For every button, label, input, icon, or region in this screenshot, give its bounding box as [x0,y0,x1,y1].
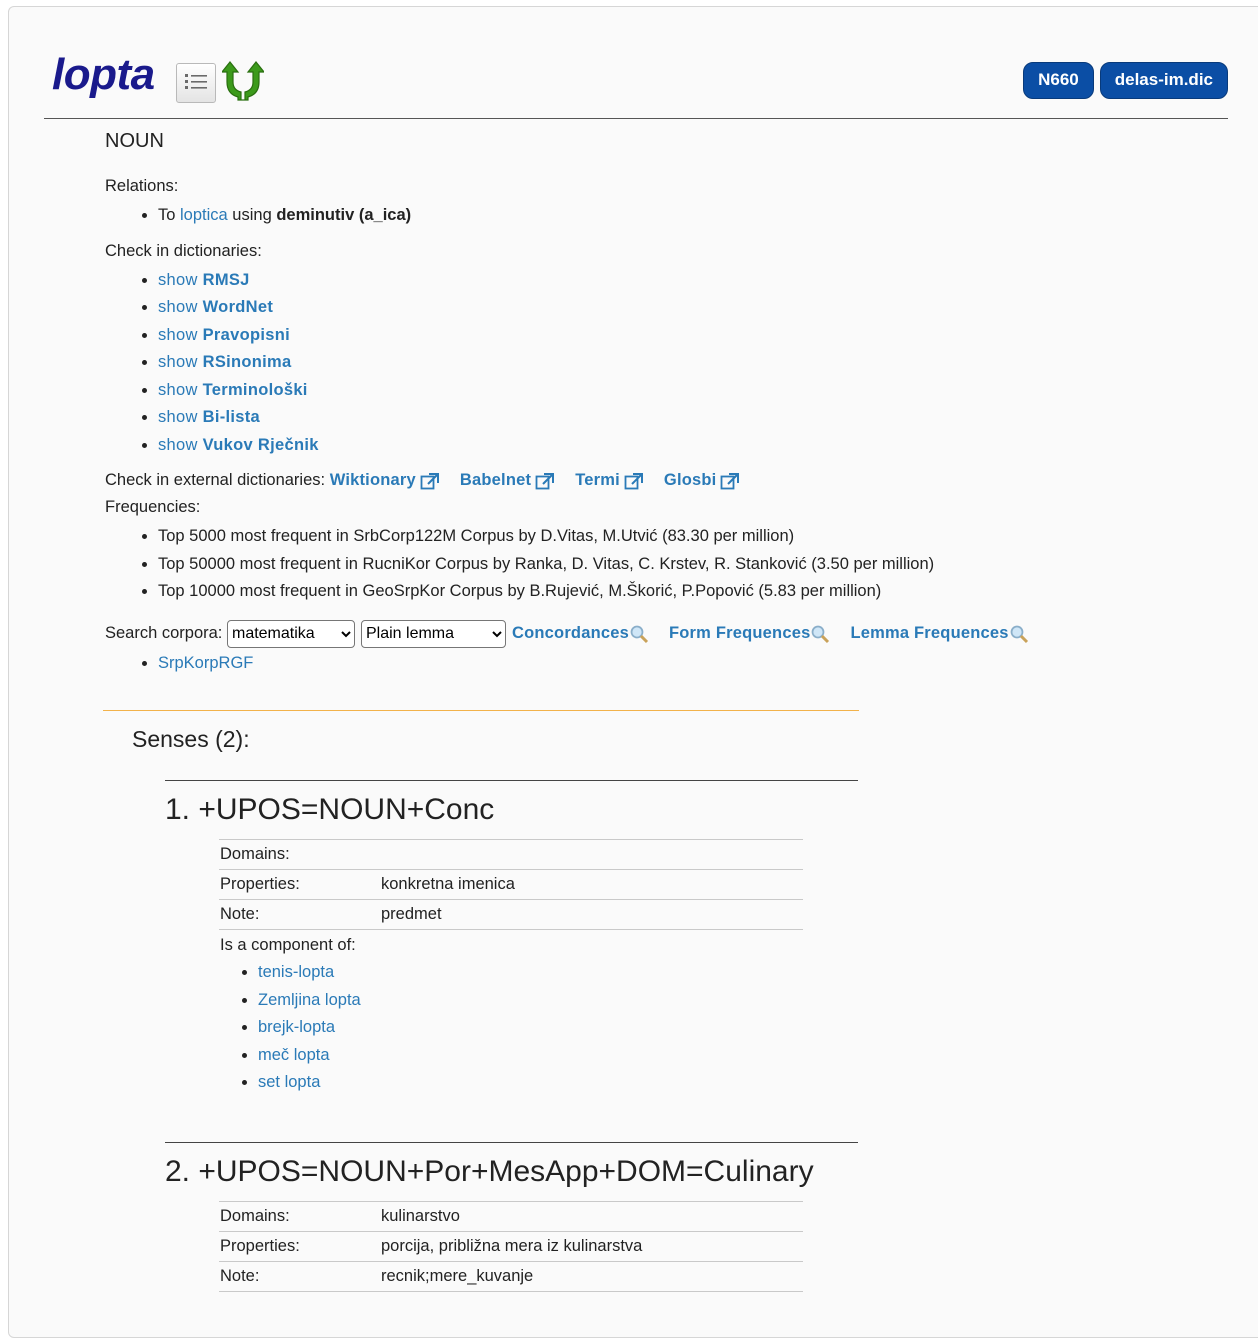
relation-type: deminutiv (a_ica) [276,206,412,224]
frequency-item: Top 5000 most frequent in SrbCorp122M Co… [158,523,1225,551]
external-label: Check in external dictionaries: [105,471,330,489]
concordances-link[interactable]: Concordances [512,624,649,644]
badge-delas[interactable]: delas-im.dic [1099,62,1228,99]
dict-item-rmsj: show RMSJ [158,267,1225,295]
sense-heading: 1. +UPOS=NOUN+Conc [165,793,495,826]
magnifier-icon [1010,625,1028,643]
table-row: Note: recnik;mere_kuvanje [219,1261,803,1292]
table-row: Properties: konkretna imenica [219,869,803,900]
green-arrows-icon[interactable] [220,58,266,107]
dictionaries-list: show RMSJ show WordNet show Pravopisni s… [105,267,1225,460]
dictionaries-label: Check in dictionaries: [105,241,262,260]
lemma-title: lopta [52,50,155,99]
form-frequences-link[interactable]: Form Frequences [669,624,830,644]
babelnet-link[interactable]: Babelnet [460,471,555,490]
external-link-icon [420,472,439,489]
relation-target-link[interactable]: loptica [180,206,228,224]
sense-properties-table: Domains: Properties: konkretna imenica No… [219,839,803,930]
sense-heading: 2. +UPOS=NOUN+Por+MesApp+DOM=Culinary [165,1155,814,1188]
corpus-item: SrpKorpRGF [158,650,1225,678]
magnifier-icon [812,625,830,643]
relations-list: To loptica using deminutiv (a_ica) [105,202,1225,230]
external-link-icon [624,472,643,489]
sense-1: 1. +UPOS=NOUN+Conc Domains: Properties: k… [165,780,858,1097]
glosbi-link[interactable]: Glosbi [664,471,741,490]
corpus-select[interactable]: matematika [226,619,355,648]
dict-item-wordnet: show WordNet [158,294,1225,322]
dict-item-vukov: show Vukov Rječnik [158,432,1225,460]
table-row: Properties: porcija, približna mera iz ku… [219,1231,803,1262]
table-row: Domains: [219,839,803,870]
frequency-item: Top 50000 most frequent in RucniKor Corp… [158,551,1225,579]
dict-item-bi-lista: show Bi-lista [158,404,1225,432]
list-icon[interactable] [176,62,216,103]
table-row: Domains: kulinarstvo [219,1201,803,1232]
component-label: Is a component of: [220,936,356,954]
pos-label: NOUN [105,130,164,152]
sense-properties-table: Domains: kulinarstvo Properties: porcija, … [219,1201,803,1292]
list-item: Zemljina lopta [258,987,858,1015]
magnifier-icon [630,625,649,643]
table-row: Note: predmet [219,899,803,930]
corpora-list: SrpKorpRGF [105,650,1225,678]
external-dictionaries-row: Check in external dictionaries: Wiktiona… [105,471,1225,490]
list-item: set lopta [258,1069,858,1097]
wiktionary-link[interactable]: Wiktionary [330,471,440,490]
dict-item-rsinonima: show RSinonima [158,349,1225,377]
list-item: tenis-lopta [258,959,858,987]
search-mode-select[interactable]: Plain lemma [360,619,506,648]
corpus-link[interactable]: SrpKorpRGF [158,654,253,672]
lemma-frequences-link[interactable]: Lemma Frequences [850,624,1028,644]
frequency-item: Top 10000 most frequent in GeoSrpKor Cor… [158,578,1225,606]
dict-item-pravopisni: show Pravopisni [158,322,1225,350]
list-item: meč lopta [258,1042,858,1070]
frequencies-label: Frequencies: [105,498,201,516]
entry-header: lopta N660 delas-im.dic [44,44,1228,119]
frequencies-list: Top 5000 most frequent in SrbCorp122M Co… [105,523,1225,606]
badge-n660[interactable]: N660 [1023,62,1094,99]
dict-item-terminoloski: show Terminološki [158,377,1225,405]
component-section: Is a component of: tenis-lopta Zemljina … [220,936,858,1097]
component-list: tenis-lopta Zemljina lopta brejk-lopta m… [220,959,858,1097]
external-link-icon [721,472,740,489]
relations-label: Relations: [105,177,179,195]
section-divider [103,710,859,711]
search-label: Search corpora: [105,624,227,642]
sense-2: 2. +UPOS=NOUN+Por+MesApp+DOM=Culinary Do… [165,1142,858,1292]
list-item: brejk-lopta [258,1014,858,1042]
termi-link[interactable]: Termi [575,471,644,490]
search-corpora-row: Search corpora: matematika Plain lemma C… [105,619,1225,648]
entry-content: NOUN Relations: To loptica using deminut… [105,130,1225,677]
external-link-icon [535,472,555,489]
senses-title: Senses (2): [132,726,250,752]
relation-item: To loptica using deminutiv (a_ica) [158,202,1225,230]
